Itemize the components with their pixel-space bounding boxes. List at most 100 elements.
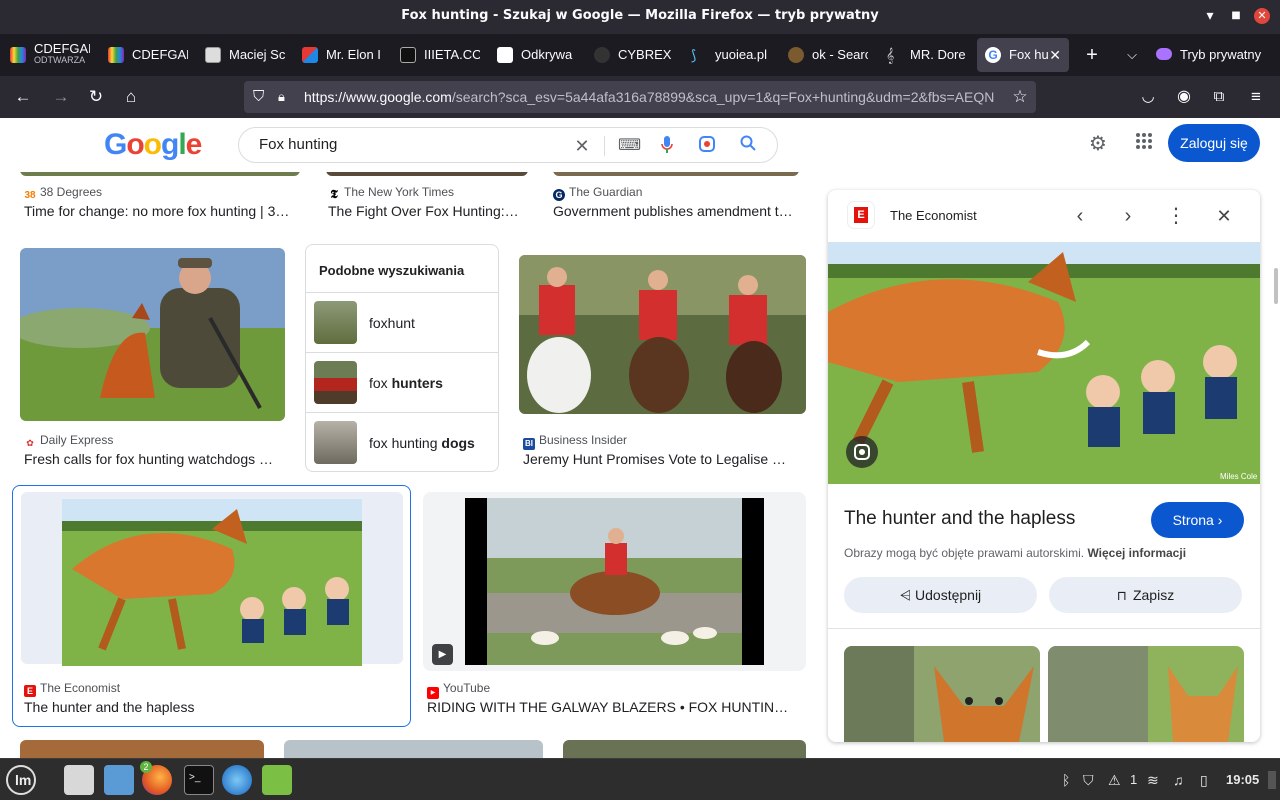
lock-icon[interactable]: 🔒︎ [278, 81, 285, 113]
notification-icon[interactable]: ⚠ [1108, 771, 1121, 789]
close-window-icon[interactable]: ✕ [1254, 8, 1270, 24]
image-results-grid: 38 38 Degrees Time for change: no more fo… [0, 172, 820, 758]
save-button[interactable]: ⊓ Zapisz [1049, 577, 1242, 613]
minimize-icon[interactable]: ▾ [1202, 8, 1218, 24]
url-bar[interactable]: ⛉ 🔒︎ https://www.google.com/search?sca_e… [244, 81, 1036, 113]
previous-icon[interactable]: ‹ [1068, 204, 1092, 228]
tab-odkrywa[interactable]: Odkrywa [489, 38, 577, 72]
result-title[interactable]: Jeremy Hunt Promises Vote to Legalise … [523, 451, 798, 467]
tab-mr-elon[interactable]: Mr. Elon I [294, 38, 382, 72]
next-icon[interactable]: › [1116, 204, 1140, 228]
result-image-galway-blazers[interactable] [465, 498, 764, 665]
maximize-icon[interactable]: ■ [1228, 8, 1244, 24]
related-image-fox-closeup[interactable] [844, 646, 1040, 742]
firefox-icon[interactable]: 2 [140, 761, 172, 795]
result-image[interactable] [20, 740, 264, 758]
economist-logo-icon: E [848, 202, 874, 228]
sign-in-button[interactable]: Zaloguj się [1168, 124, 1260, 162]
clear-icon[interactable]: ✕ [571, 135, 593, 157]
tab-fox-hunting[interactable]: G Fox hu ✕ [977, 38, 1069, 72]
battery-icon[interactable]: ▯ [1200, 771, 1208, 789]
result-image[interactable] [20, 172, 300, 176]
music-icon[interactable]: ♫ [1173, 771, 1184, 789]
software-manager-icon[interactable] [262, 765, 292, 795]
account-icon[interactable]: ◉ [1171, 84, 1197, 110]
clock[interactable]: 19:05 [1226, 771, 1259, 789]
show-desktop-button[interactable] [1268, 771, 1276, 789]
result-title[interactable]: The Fight Over Fox Hunting:… [328, 203, 528, 219]
result-image[interactable] [284, 740, 543, 758]
close-panel-icon[interactable]: ✕ [1212, 204, 1236, 228]
screenshot-app-icon[interactable] [104, 765, 134, 795]
tab-ok-search[interactable]: ok - Searc [780, 38, 868, 72]
tab-maciej[interactable]: Maciej Sc [197, 38, 285, 72]
result-title[interactable]: The hunter and the hapless [24, 699, 394, 715]
page-scrollbar[interactable] [1274, 268, 1278, 304]
forward-icon[interactable]: → [48, 84, 74, 110]
search-input[interactable] [259, 136, 559, 153]
keyboard-icon[interactable]: ⌨ [618, 135, 641, 157]
pocket-icon[interactable]: ◡ [1135, 84, 1161, 110]
result-image[interactable] [563, 740, 806, 758]
terminal-icon[interactable]: >_ [184, 765, 214, 795]
panel-preview-image[interactable]: Miles Cole [828, 242, 1260, 484]
shield-icon[interactable]: ⛉ [253, 81, 264, 113]
tab-cdefgah-2[interactable]: CDEFGAH [100, 38, 188, 72]
mint-menu-icon[interactable]: lm [6, 765, 36, 795]
site-favicon-icon [594, 47, 610, 63]
selected-result-card[interactable]: E The Economist The hunter and the haples… [12, 485, 411, 727]
microphone-icon[interactable] [656, 135, 678, 157]
result-title[interactable]: RIDING WITH THE GALWAY BLAZERS • FOX HUN… [427, 699, 801, 715]
result-title[interactable]: Time for change: no more fox hunting | 3… [24, 203, 300, 219]
site-favicon-icon [788, 47, 804, 63]
tab-cdefgah-1[interactable]: CDEFGAH ODTWARZA [2, 38, 90, 72]
result-image[interactable] [326, 172, 528, 176]
bluetooth-icon[interactable]: ᛒ [1062, 771, 1070, 789]
close-tab-icon[interactable]: ✕ [1049, 38, 1061, 72]
window-titlebar: Fox hunting - Szukaj w Google — Mozilla … [0, 0, 1280, 34]
menu-icon[interactable]: ≡ [1243, 84, 1269, 110]
result-source: ▶ YouTube [427, 681, 490, 699]
lens-search-icon[interactable] [846, 436, 878, 468]
related-item-fox-hunters[interactable]: fox hunters [306, 352, 498, 412]
home-icon[interactable]: ⌂ [118, 84, 144, 110]
rainbow-flag-icon [10, 47, 26, 63]
apps-grid-icon[interactable] [1132, 132, 1156, 156]
result-title[interactable]: Government publishes amendment t… [553, 203, 801, 219]
google-logo[interactable]: Google [104, 128, 202, 162]
result-image-economist-cartoon[interactable] [62, 499, 362, 666]
extensions-icon[interactable]: ⧉ [1206, 84, 1232, 110]
shield-tray-icon[interactable]: ⛉ [1083, 771, 1094, 789]
result-image-hunter-with-fox[interactable] [20, 248, 285, 421]
thunderbird-icon[interactable] [222, 765, 252, 795]
bookmark-star-icon[interactable]: ☆ [1007, 84, 1033, 110]
search-icon[interactable] [737, 135, 759, 157]
wifi-icon[interactable]: ≋ [1147, 771, 1159, 789]
private-mask-icon [1156, 48, 1172, 60]
file-manager-icon[interactable] [64, 765, 94, 795]
panel-source-name[interactable]: The Economist [890, 208, 977, 223]
tab-cybrex[interactable]: CYBREX [586, 38, 674, 72]
related-item-foxhunt[interactable]: foxhunt [306, 292, 498, 352]
settings-gear-icon[interactable]: ⚙ [1086, 132, 1110, 156]
visit-page-button[interactable]: Strona › [1151, 502, 1244, 538]
tab-yuoiea[interactable]: ⟆ yuoiea.pl [683, 38, 771, 72]
related-image-fox-cub[interactable] [1048, 646, 1244, 742]
lens-icon[interactable] [696, 135, 718, 157]
list-tabs-icon[interactable]: ⌵ [1118, 38, 1146, 72]
new-tab-icon[interactable]: + [1078, 38, 1106, 72]
related-item-fox-hunting-dogs[interactable]: fox hunting dogs [306, 412, 498, 472]
panel-image-title[interactable]: The hunter and the hapless [844, 508, 1075, 530]
back-icon[interactable]: ← [10, 84, 36, 110]
share-button[interactable]: ⩤ Udostępnij [844, 577, 1037, 613]
result-title[interactable]: Fresh calls for fox hunting watchdogs … [24, 451, 286, 467]
tab-mr-dore[interactable]: 𝄞 MR. Dore [878, 38, 966, 72]
more-vert-icon[interactable]: ⋮ [1164, 204, 1188, 228]
google-header: Google ✕ ⌨ ⚙ Zaloguj się [0, 118, 1280, 172]
tab-iiieta[interactable]: IIIETA.CO [392, 38, 480, 72]
result-image[interactable] [553, 172, 799, 176]
more-info-link[interactable]: Więcej informacji [1087, 546, 1186, 560]
result-image-riders[interactable] [519, 255, 806, 414]
site-favicon-icon [302, 47, 318, 63]
reload-icon[interactable]: ↻ [83, 84, 109, 110]
